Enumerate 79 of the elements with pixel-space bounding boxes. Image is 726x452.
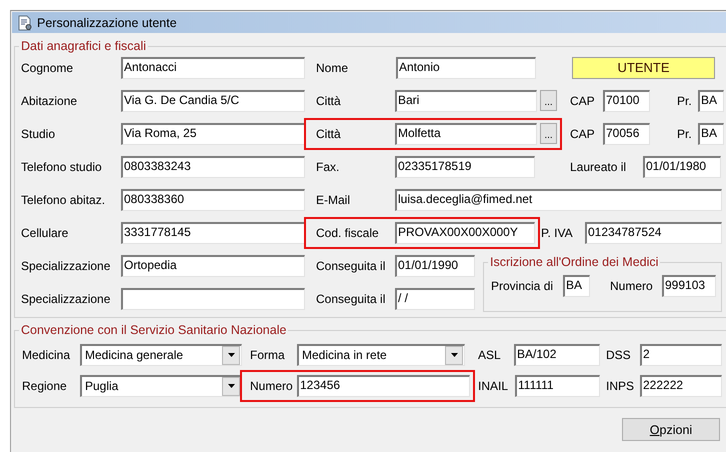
text-field[interactable]: luisa.deceglia@fimed.net <box>395 188 722 210</box>
field-label: CAP <box>570 94 596 108</box>
field-label: Abitazione <box>21 94 78 108</box>
field-label: Pr. <box>677 126 693 140</box>
dropdown-button[interactable] <box>445 346 463 364</box>
text-field[interactable]: / / <box>395 288 475 310</box>
text-field[interactable]: 02335178519 <box>395 156 535 178</box>
field-label: Specializzazione <box>21 292 112 306</box>
text-field[interactable]: Antonio <box>396 56 536 78</box>
browse-button[interactable]: ... <box>540 123 557 144</box>
group-title: Iscrizione all'Ordine dei Medici <box>489 255 660 269</box>
field-label: Fax. <box>316 160 340 174</box>
group-title: Dati anagrafici e fiscali <box>20 39 148 53</box>
caret-icon <box>228 353 234 357</box>
field-label: Telefono studio <box>21 160 103 174</box>
text-field[interactable]: 0803383243 <box>121 156 305 178</box>
field-label: Numero <box>250 378 294 392</box>
text-field[interactable]: 01/01/1990 <box>395 254 475 276</box>
field-label: Cellulare <box>21 226 70 240</box>
field-label: Regione <box>22 378 68 392</box>
text-field[interactable]: Via Roma, 25 <box>121 122 305 144</box>
text-field[interactable]: 999103 <box>662 275 716 297</box>
field-label: Cognome <box>21 60 74 74</box>
text-field[interactable]: 080338360 <box>121 188 305 210</box>
text-field[interactable]: 222222 <box>640 374 722 396</box>
field-label: Laureato il <box>570 160 628 174</box>
text-field[interactable]: 123456 <box>297 374 470 396</box>
field-label: Città <box>316 94 342 108</box>
field-label: Città <box>316 126 342 140</box>
text-field[interactable]: BA <box>698 122 724 144</box>
text-field[interactable]: Antonacci <box>121 56 305 78</box>
field-label: P. IVA <box>541 226 574 240</box>
field-label: DSS <box>606 348 632 362</box>
field-label: CAP <box>570 126 596 140</box>
dropdown-button[interactable] <box>222 376 240 396</box>
role-badge: UTENTE <box>572 56 715 78</box>
field-label: E-Mail <box>316 192 352 206</box>
field-label: Conseguita il <box>316 258 386 272</box>
dropdown-button[interactable] <box>222 346 240 364</box>
dropdown-field[interactable]: Medicina in rete <box>297 344 465 366</box>
document-gear-icon <box>17 14 33 30</box>
field-label: ASL <box>478 348 502 362</box>
text-field[interactable]: Via G. De Candia 5/C <box>121 90 305 112</box>
text-field[interactable]: 01/01/1980 <box>643 156 721 178</box>
text-field[interactable]: PROVAX00X00X000Y <box>395 222 535 244</box>
caret-icon <box>450 353 458 357</box>
text-field[interactable]: 2 <box>640 344 722 366</box>
field-label: Forma <box>250 348 286 362</box>
text-field[interactable]: BA/102 <box>514 344 600 366</box>
field-label: Studio <box>21 126 56 140</box>
dropdown-field[interactable]: Puglia <box>80 374 242 396</box>
field-label: Provincia di <box>491 279 554 293</box>
field-label: INPS <box>606 378 636 392</box>
field-label: Medicina <box>22 348 72 362</box>
text-field[interactable]: Molfetta <box>395 122 537 144</box>
window-title: Personalizzazione utente <box>37 16 177 30</box>
text-field[interactable]: 01234787524 <box>585 222 722 244</box>
field-label: INAIL <box>478 378 510 392</box>
dropdown-field[interactable]: Medicina generale <box>80 344 242 366</box>
text-field[interactable]: 70056 <box>603 122 650 144</box>
text-field[interactable]: 111111 <box>515 374 600 396</box>
field-label: Conseguita il <box>316 292 386 306</box>
text-field[interactable]: BA <box>698 90 724 112</box>
text-field[interactable] <box>121 288 305 310</box>
text-field[interactable]: 3331778145 <box>121 222 305 244</box>
field-label: Numero <box>610 279 654 293</box>
field-label: Cod. fiscale <box>316 226 380 240</box>
options-button[interactable]: Opzioni <box>622 418 720 441</box>
text-field[interactable]: Bari <box>395 90 537 112</box>
field-label: Telefono abitaz. <box>21 192 106 206</box>
group-title: Convenzione con il Servizio Sanitario Nazionale <box>20 323 288 337</box>
caret-icon <box>228 384 234 388</box>
text-field[interactable]: Ortopedia <box>121 254 305 276</box>
field-label: Pr. <box>677 94 693 108</box>
field-label: Nome <box>316 60 350 74</box>
browse-button[interactable]: ... <box>540 90 557 111</box>
text-field[interactable]: 70100 <box>603 90 650 112</box>
text-field[interactable]: BA <box>563 275 590 297</box>
field-label: Specializzazione <box>21 258 112 272</box>
